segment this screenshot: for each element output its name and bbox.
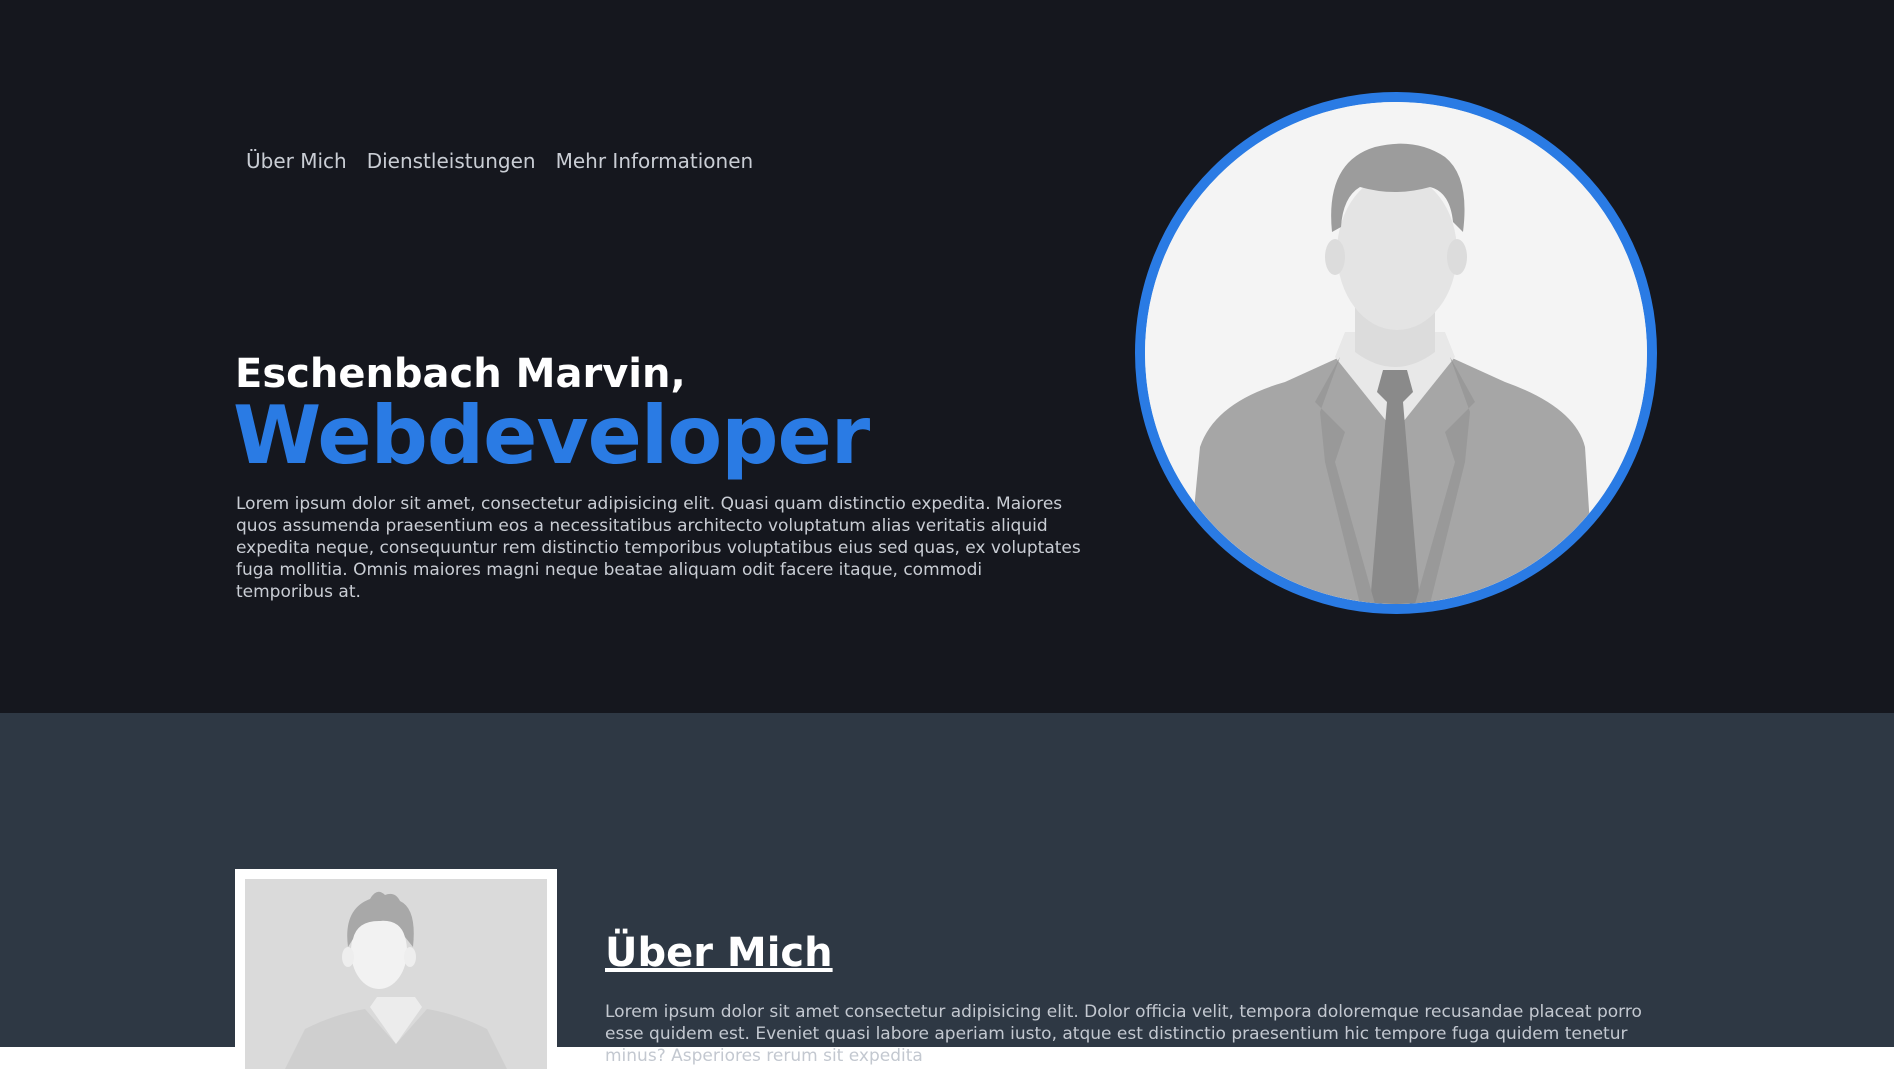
profile-avatar bbox=[1135, 92, 1657, 614]
person-placeholder-icon bbox=[1145, 102, 1647, 604]
nav-link-ueber-mich[interactable]: Über Mich bbox=[236, 146, 357, 176]
person-placeholder-icon bbox=[245, 879, 547, 1069]
nav-link-dienstleistungen[interactable]: Dienstleistungen bbox=[357, 146, 546, 176]
nav-link-mehr-informationen[interactable]: Mehr Informationen bbox=[546, 146, 764, 176]
about-photo-frame bbox=[235, 869, 557, 1069]
hero-section: Über Mich Dienstleistungen Mehr Informat… bbox=[0, 0, 1894, 713]
about-section: Über Mich Lorem ipsum dolor sit amet con… bbox=[0, 713, 1894, 1069]
about-title: Über Mich bbox=[605, 930, 833, 976]
about-description: Lorem ipsum dolor sit amet consectetur a… bbox=[605, 1002, 1642, 1066]
main-nav: Über Mich Dienstleistungen Mehr Informat… bbox=[236, 146, 763, 176]
hero-description: Lorem ipsum dolor sit amet, consectetur … bbox=[236, 494, 1081, 602]
hero-role: Webdeveloper bbox=[233, 389, 870, 482]
